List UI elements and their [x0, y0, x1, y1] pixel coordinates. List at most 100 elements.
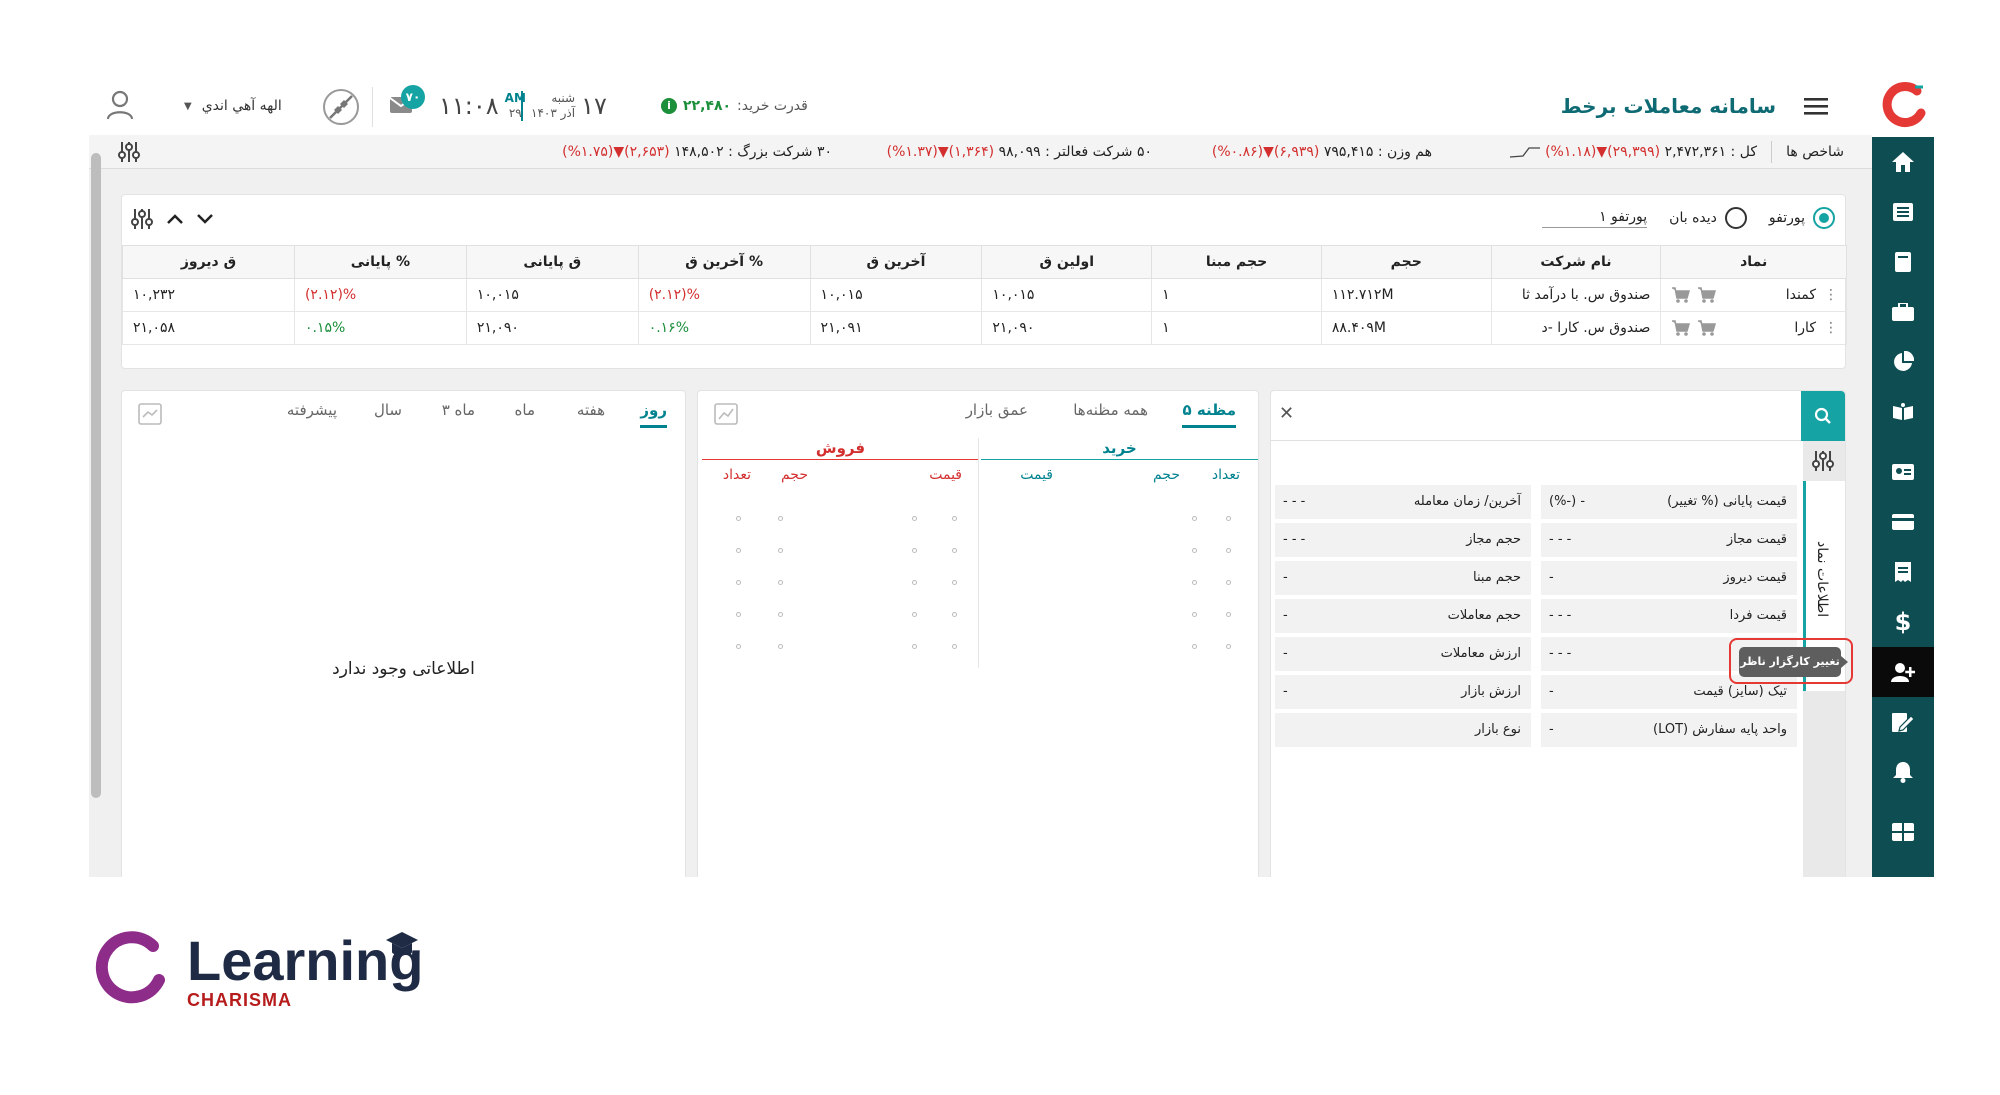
index-equal-value: هم وزن : ۷۹۵,۴۱۵: [1323, 144, 1432, 160]
tab-all-quotes[interactable]: همه مظنه‌ها: [1073, 401, 1148, 419]
base-volume-cell: ۱: [1151, 311, 1322, 345]
more-vertical-icon[interactable]: ⋮: [1824, 287, 1838, 303]
connection-button[interactable]: [323, 89, 359, 125]
sidebar-item-money[interactable]: $: [1872, 597, 1934, 647]
index-equal-weight: هم وزن : ۷۹۵,۴۱۵ (۶,۹۳۹)▼(۰.۸۶%): [1212, 135, 1432, 169]
info-row-close-price: قیمت پایانی (% تغییر) - (-%): [1541, 485, 1797, 519]
tab-week[interactable]: هفته: [577, 401, 605, 419]
home-icon: [1892, 152, 1914, 172]
cart-icon[interactable]: [1697, 286, 1717, 304]
order-book-empty-dot: [778, 580, 783, 585]
app-logo[interactable]: [1872, 77, 1934, 137]
col-last-price[interactable]: آخرین ق: [809, 245, 983, 279]
bell-icon: [1893, 762, 1913, 783]
menu-button[interactable]: [1804, 77, 1828, 135]
messages-button[interactable]: ۷۰: [389, 85, 425, 119]
sidebar-item-notifications[interactable]: [1872, 747, 1934, 797]
prev-price-cell: ۲۱,۰۵۸: [122, 311, 295, 345]
tab-year[interactable]: سال: [374, 401, 402, 419]
col-last-pct[interactable]: % آخرین ق: [637, 245, 811, 279]
symbol-search-input[interactable]: ✕: [1271, 391, 1801, 441]
table-row[interactable]: ⋮ کارا صندوق س. کارا -د ۸۸.۴۰۹M ۱ ۲۱,۰۹۰…: [122, 311, 1847, 345]
info-icon[interactable]: i: [661, 98, 677, 114]
book-divider: [978, 438, 979, 668]
sidebar-item-reports[interactable]: [1872, 337, 1934, 387]
tab-3-months[interactable]: ۳ ماه: [442, 401, 475, 419]
tab-advanced[interactable]: پیشرفته: [287, 401, 337, 419]
cart-icon[interactable]: [1671, 319, 1691, 337]
chart-icon[interactable]: [138, 403, 162, 425]
info-row-market-type: نوع بازار: [1275, 713, 1531, 747]
user-avatar[interactable]: [106, 90, 134, 124]
sidebar-item-profile[interactable]: [1872, 447, 1934, 497]
sidebar-item-home[interactable]: [1872, 137, 1934, 187]
col-base-volume[interactable]: حجم مبنا: [1151, 245, 1322, 279]
tab-day[interactable]: روز: [640, 401, 667, 428]
sidebar-item-change-broker[interactable]: [1872, 647, 1934, 697]
sidebar-item-portfolio[interactable]: [1872, 287, 1934, 337]
portfolio-tools: [130, 207, 214, 231]
ticker-settings-button[interactable]: [117, 140, 141, 168]
last-price-cell: ۱۰,۰۱۵: [809, 278, 983, 312]
order-book-empty-dot: [1192, 580, 1197, 585]
sidebar-item-dashboard[interactable]: [1872, 807, 1934, 857]
sliders-icon[interactable]: [130, 207, 154, 231]
close-pct-cell: (۲.۱۲)%: [293, 278, 467, 312]
sidebar-item-sign[interactable]: [1872, 697, 1934, 747]
cart-icon[interactable]: [1697, 319, 1717, 337]
col-close-price[interactable]: ق پایانی: [465, 245, 639, 279]
col-symbol[interactable]: نماد: [1660, 245, 1847, 279]
chart-icon[interactable]: [714, 403, 738, 425]
info-value: -: [1549, 570, 1554, 585]
vertical-scrollbar[interactable]: [91, 153, 101, 798]
index-total-value: کل : ۲,۴۷۲,۳۶۱: [1664, 144, 1757, 160]
app-title: سامانه معاملات برخط: [1560, 94, 1776, 118]
sidebar-item-list[interactable]: [1872, 187, 1934, 237]
sidebar-item-education[interactable]: [1872, 387, 1934, 437]
buy-header: خرید: [981, 438, 1258, 460]
col-company[interactable]: نام شرکت: [1490, 245, 1662, 279]
index-active50-change: (۱,۳۶۴): [948, 144, 995, 160]
close-icon[interactable]: ✕: [1279, 403, 1294, 424]
index-active50: ۵۰ شرکت فعالتر : ۹۸,۰۹۹ (۱,۳۶۴)▼(۱.۳۷%): [887, 135, 1152, 169]
symbol-settings-button[interactable]: [1811, 449, 1835, 477]
sidebar-item-book[interactable]: [1872, 237, 1934, 287]
more-vertical-icon[interactable]: ⋮: [1824, 320, 1838, 336]
chevron-up-icon[interactable]: [166, 212, 184, 226]
index-total: کل : ۲,۴۷۲,۳۶۱ (۲۹,۳۹۹)▼(۱.۱۸%): [1509, 135, 1757, 169]
tab-5-quotes[interactable]: ۵ مظنه: [1182, 401, 1236, 428]
info-value: -: [1283, 570, 1288, 585]
volume-cell: ۱۱۲.۷۱۲M: [1320, 278, 1492, 312]
symbol-cell[interactable]: ⋮ کارا: [1660, 311, 1847, 345]
col-prev-price[interactable]: ق دیروز: [122, 245, 295, 279]
ticker-divider: [1771, 141, 1772, 163]
order-book-empty-dot: [912, 580, 917, 585]
chevron-down-icon[interactable]: [196, 212, 214, 226]
first-price-cell: ۲۱,۰۹۰: [981, 311, 1153, 345]
radio-portfolio[interactable]: پورتفو: [1769, 207, 1835, 229]
table-row[interactable]: ⋮ کمندا صندوق س. با درآمد ثا ۱۱۲.۷۱۲M ۱ …: [122, 278, 1847, 312]
sell-col-volume: حجم: [780, 467, 808, 483]
cart-icon[interactable]: [1671, 286, 1691, 304]
order-book-empty-dot: [1226, 612, 1231, 617]
sidebar-item-cards[interactable]: [1872, 497, 1934, 547]
search-button[interactable]: [1801, 391, 1845, 441]
portfolio-select[interactable]: پورتفو ۱: [1542, 209, 1648, 228]
info-label: واحد پایه سفارش (LOT): [1653, 722, 1787, 737]
radio-watchlist[interactable]: دیده بان: [1669, 207, 1747, 229]
order-book-empty-dot: [1226, 548, 1231, 553]
user-menu[interactable]: ▼ الهه آهي اندي: [184, 77, 282, 135]
col-volume[interactable]: حجم: [1320, 245, 1492, 279]
index-big30-value: ۳۰ شرکت بزرگ : ۱۴۸,۵۰۲: [674, 144, 832, 160]
symbol-cell[interactable]: ⋮ کمندا: [1660, 278, 1847, 312]
col-close-pct[interactable]: % پایانی: [293, 245, 467, 279]
index-ticker: شاخص ها کل : ۲,۴۷۲,۳۶۱ (۲۹,۳۹۹)▼(۱.۱۸%) …: [89, 135, 1872, 169]
tab-market-depth[interactable]: عمق بازار: [966, 401, 1028, 419]
sidebar-item-receipts[interactable]: [1872, 547, 1934, 597]
portfolio-table: نماد نام شرکت حجم حجم مبنا اولین ق آخرین…: [122, 245, 1847, 345]
info-label: قیمت پایانی (% تغییر): [1667, 494, 1787, 509]
brand-logo-icon: [95, 931, 165, 1004]
col-first-price[interactable]: اولین ق: [981, 245, 1153, 279]
tab-month[interactable]: ماه: [515, 401, 535, 419]
base-volume-cell: ۱: [1151, 278, 1322, 312]
